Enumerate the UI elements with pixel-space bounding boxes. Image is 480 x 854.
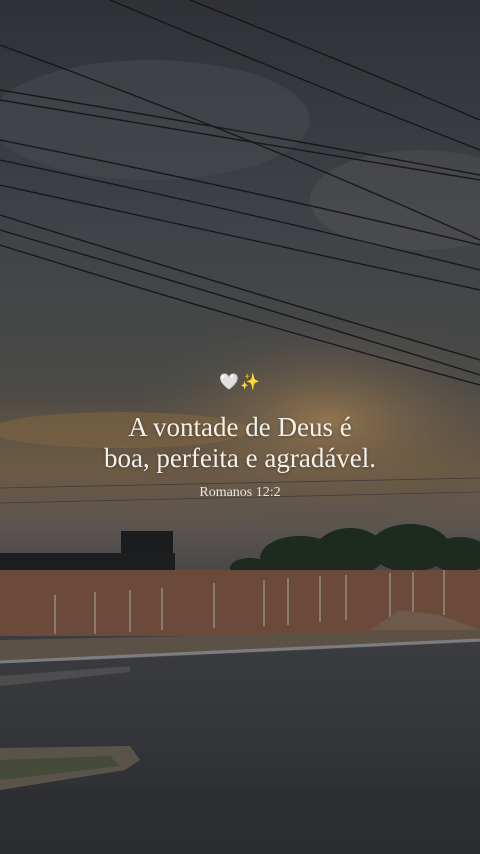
verse-reference: Romanos 12:2 [199,485,281,500]
heart-sparkles-icon: 🤍✨ [219,372,261,391]
verse-line-2: boa, perfeita e agradável. [103,443,377,473]
verse-overlay: 🤍✨ A vontade de Deus é boa, perfeita e a… [0,360,480,520]
verse-line-1: A vontade de Deus é [128,412,352,442]
verse-quote: A vontade de Deus é boa, perfeita e agra… [20,412,460,474]
